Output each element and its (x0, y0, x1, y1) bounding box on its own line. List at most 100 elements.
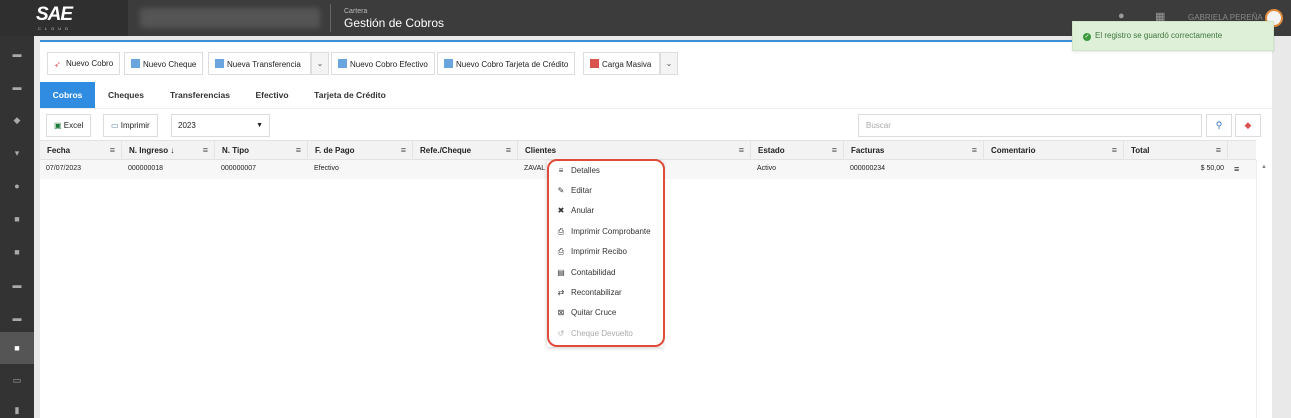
filter-icon[interactable]: ≡ (506, 145, 511, 155)
clear-filter-button[interactable]: ◆ (1235, 114, 1261, 137)
tab-transferencias[interactable]: Transferencias (158, 82, 242, 108)
sidebar-item-docs[interactable]: ▬ (0, 302, 34, 334)
filter-icon[interactable]: ≡ (203, 145, 208, 155)
cell-comentario (984, 160, 1124, 179)
sidebar-item-list[interactable]: ▬ (0, 71, 34, 103)
sidebar-item-cartera[interactable]: ■ (0, 332, 34, 364)
sidebar-item-book[interactable]: ■ (0, 203, 34, 235)
transfer-dropdown-toggle[interactable]: ⌄ (311, 52, 329, 75)
filter-icon[interactable]: ≡ (832, 145, 837, 155)
column-refe-cheque[interactable]: Refe./Cheque ≡ (413, 141, 518, 160)
page-title: Gestión de Cobros (344, 16, 445, 30)
cell-ingreso: 000000018 (128, 165, 164, 172)
carga-masiva-dropdown-toggle[interactable]: ⌄ (660, 52, 678, 75)
menu-item-detalles[interactable]: ≡ Detalles (547, 161, 663, 181)
column-clientes[interactable]: Clientes ≡ (518, 141, 751, 160)
column-estado[interactable]: Estado ≡ (751, 141, 844, 160)
column-label: N. Tipo (222, 146, 249, 155)
new-cobro-tarjeta-button[interactable]: Nuevo Cobro Tarjeta de Crédito (437, 52, 576, 75)
menu-item-label: Editar (571, 186, 592, 195)
column-fecha[interactable]: Fecha ≡ (40, 141, 122, 160)
tab-cheques[interactable]: Cheques (98, 82, 154, 108)
filter-icon[interactable]: ≡ (401, 145, 406, 155)
menu-item-imprimir-comprobante[interactable]: ⎙ Imprimir Comprobante (547, 222, 663, 242)
sidebar-item-book-2[interactable]: ■ (0, 236, 34, 268)
check-circle-icon: ✓ (1083, 33, 1091, 41)
module-label: Cartera (344, 8, 368, 15)
column-f-pago[interactable]: F. de Pago ≡ (308, 141, 413, 160)
print-button[interactable]: ▭ Imprimir (103, 114, 158, 137)
app-logo[interactable]: SAE CLOUD (0, 0, 128, 36)
menu-item-contabilidad[interactable]: ▤ Contabilidad (547, 263, 663, 283)
new-cobro-efectivo-button[interactable]: Nuevo Cobro Efectivo (331, 52, 435, 75)
column-total[interactable]: Total ≡ (1124, 141, 1228, 160)
excel-button[interactable]: ▣ Excel (46, 114, 92, 137)
printer-icon: ▭ (111, 121, 119, 130)
cell-total: $ 50,00 (1200, 165, 1224, 172)
menu-item-label: Contabilidad (571, 268, 616, 277)
year-select[interactable]: 2023 ▼ (171, 114, 270, 137)
pencil-icon: ✎ (557, 186, 565, 195)
search-icon: ⚲ (1215, 120, 1223, 130)
column-facturas[interactable]: Facturas ≡ (844, 141, 984, 160)
sidebar-item-security[interactable]: ◆ (0, 104, 34, 136)
toast-message: El registro se guardó correctamente (1095, 31, 1223, 40)
column-comentario[interactable]: Comentario ≡ (984, 141, 1124, 160)
menu-item-label: Imprimir Recibo (571, 247, 628, 256)
new-cheque-button[interactable]: Nuevo Cheque (124, 52, 204, 75)
book-icon: ■ (14, 247, 20, 257)
transfer-icon (215, 59, 224, 68)
new-cheque-label: Nuevo Cheque (143, 60, 197, 69)
row-menu-icon[interactable]: ≡ (1234, 164, 1239, 174)
sidebar-item-cart[interactable]: ▾ (0, 137, 34, 169)
search-input[interactable]: Buscar (858, 114, 1202, 137)
sidebar-item-users[interactable]: ● (0, 170, 34, 202)
search-button[interactable]: ⚲ (1206, 114, 1232, 137)
filter-icon[interactable]: ≡ (296, 145, 301, 155)
menu-item-anular[interactable]: ✖ Anular (547, 201, 663, 221)
scroll-up-icon[interactable]: ▲ (1261, 164, 1267, 170)
tab-tarjeta-credito[interactable]: Tarjeta de Crédito (305, 82, 395, 108)
menu-item-recontabilizar[interactable]: ⇄ Recontabilizar (547, 283, 663, 303)
print-label: Imprimir (120, 121, 150, 130)
menu-item-editar[interactable]: ✎ Editar (547, 181, 663, 201)
tab-bar: Cobros Cheques Transferencias Efectivo T… (40, 82, 1272, 108)
column-label: Refe./Cheque (420, 146, 472, 155)
filter-icon[interactable]: ≡ (972, 145, 977, 155)
cash-icon (338, 59, 347, 68)
filter-icon[interactable]: ≡ (739, 145, 744, 155)
column-label: Comentario (991, 146, 1036, 155)
document-icon: ▬ (12, 313, 22, 323)
menu-item-imprimir-recibo[interactable]: ⎙ Imprimir Recibo (547, 242, 663, 262)
cell-fecha: 07/07/2023 (46, 165, 82, 172)
sidebar-item-calc[interactable]: ▮ (0, 394, 34, 418)
sidebar-item-dashboard[interactable]: ▬ (0, 38, 34, 70)
new-transfer-button[interactable]: Nueva Transferencia (208, 52, 311, 75)
vertical-scrollbar[interactable]: ▲ (1256, 160, 1272, 418)
new-cobro-tarjeta-label: Nuevo Cobro Tarjeta de Crédito (456, 60, 569, 69)
sidebar-item-reports[interactable]: ▬ (0, 269, 34, 301)
tab-cobros[interactable]: Cobros (40, 82, 95, 108)
filter-icon[interactable]: ≡ (1112, 145, 1117, 155)
menu-item-label: Recontabilizar (571, 288, 622, 297)
column-label: Fecha (47, 146, 71, 155)
book-icon: ■ (14, 214, 20, 224)
tab-efectivo[interactable]: Efectivo (244, 82, 300, 108)
report-icon: ▬ (12, 280, 22, 290)
new-cobro-button[interactable]: ➶ Nuevo Cobro (47, 52, 121, 75)
list-icon: ≡ (558, 166, 564, 175)
excel-label: Excel (63, 121, 84, 130)
carga-masiva-button[interactable]: Carga Masiva (583, 52, 660, 75)
menu-item-label: Imprimir Comprobante (571, 227, 651, 236)
menu-item-quitar-cruce[interactable]: ⊠ Quitar Cruce (547, 303, 663, 323)
filter-icon[interactable]: ≡ (1216, 145, 1221, 155)
sidebar-item-card[interactable]: ▭ (0, 364, 34, 396)
menu-item-label: Quitar Cruce (571, 308, 617, 317)
chevron-down-icon: ⌄ (665, 59, 673, 68)
column-n-ingreso[interactable]: N. Ingreso ↓ ≡ (122, 141, 215, 160)
list-icon: ▬ (12, 82, 22, 92)
excel-icon: ▣ (54, 121, 62, 130)
cell-pago: Efectivo (314, 165, 339, 172)
column-n-tipo[interactable]: N. Tipo ≡ (215, 141, 308, 160)
filter-icon[interactable]: ≡ (110, 145, 115, 155)
